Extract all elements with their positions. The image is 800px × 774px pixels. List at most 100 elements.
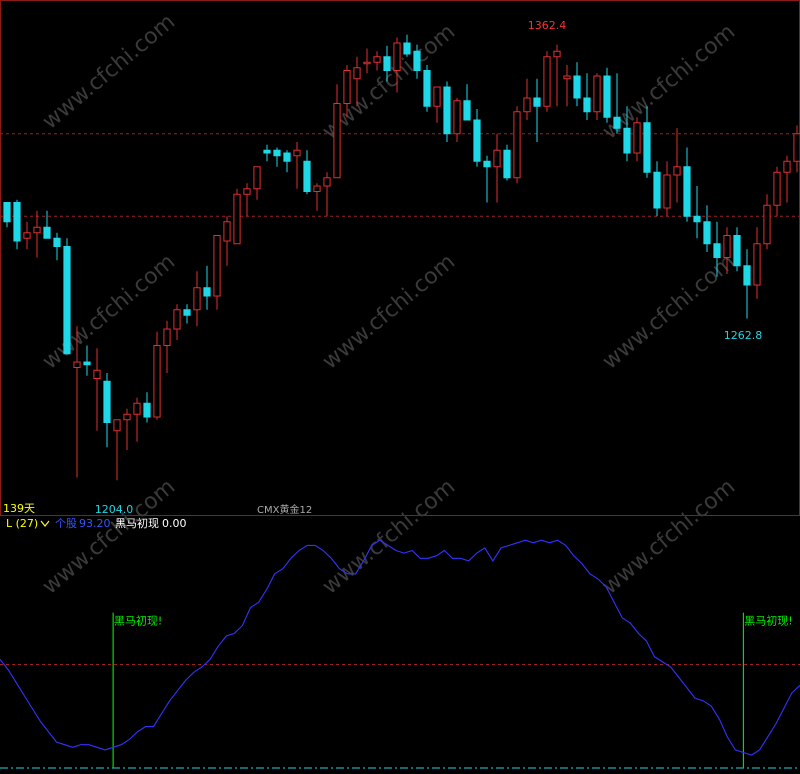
candle-body-up bbox=[233, 193, 241, 245]
candle-body-up bbox=[153, 345, 161, 418]
candle-body-up bbox=[313, 185, 321, 192]
candle-body-up bbox=[333, 103, 341, 179]
candle-body-up bbox=[193, 287, 201, 311]
candle-body-up bbox=[133, 402, 141, 415]
candle-body-up bbox=[213, 235, 221, 297]
candle-body-up bbox=[633, 122, 641, 154]
candle-body-up bbox=[393, 42, 401, 71]
signal-value: 0.00 bbox=[162, 517, 187, 530]
candle-body-up bbox=[763, 204, 771, 245]
candle-body-up bbox=[173, 309, 181, 330]
candle-body-down bbox=[383, 56, 391, 71]
candle-body-up bbox=[93, 369, 101, 379]
candle-body-down bbox=[3, 202, 11, 223]
candle-body-down bbox=[483, 160, 491, 168]
candle-body-down bbox=[603, 75, 611, 118]
candle-body-up bbox=[753, 243, 761, 286]
candle-body-up bbox=[523, 97, 531, 113]
candle-body-down bbox=[653, 171, 661, 209]
candle-body-up bbox=[123, 413, 131, 421]
candle-body-up bbox=[563, 75, 571, 80]
candle-body-up bbox=[343, 70, 351, 104]
candle-body-up bbox=[793, 133, 800, 162]
candle-body-down bbox=[613, 116, 621, 129]
candle-body-up bbox=[373, 56, 381, 63]
candle bbox=[443, 81, 451, 142]
candle bbox=[233, 188, 241, 245]
candle-body-up bbox=[293, 149, 301, 157]
candle-body-up bbox=[493, 149, 501, 168]
candle-body-down bbox=[143, 402, 151, 418]
candle-body-down bbox=[203, 287, 211, 297]
candle-body-down bbox=[713, 243, 721, 258]
candle-body-up bbox=[33, 226, 41, 234]
candle-body-up bbox=[773, 171, 781, 206]
candle-body-down bbox=[623, 127, 631, 154]
indicator-series-label: 个股 bbox=[55, 517, 77, 530]
days-count-label: 139天 bbox=[3, 502, 35, 515]
candle bbox=[63, 238, 71, 355]
candle-body-up bbox=[253, 166, 261, 190]
candle bbox=[543, 51, 551, 112]
candle-body-up bbox=[663, 174, 671, 209]
candle-body-down bbox=[573, 75, 581, 99]
candle-body-up bbox=[363, 61, 371, 65]
indicator-series-value: 93.20 bbox=[79, 517, 111, 530]
candle-body-up bbox=[113, 419, 121, 432]
candle-body-down bbox=[733, 235, 741, 267]
candle-body-down bbox=[473, 119, 481, 162]
candle-body-down bbox=[63, 246, 71, 355]
candle-body-down bbox=[743, 265, 751, 286]
candle-body-down bbox=[303, 160, 311, 192]
candle-body-up bbox=[433, 86, 441, 107]
high-price-label: 1362.4 bbox=[528, 19, 567, 32]
stock-chart: www.cfchi.com www.cfchi.com www.cfchi.comw… bbox=[0, 0, 800, 774]
candle-body-up bbox=[243, 188, 251, 195]
candle bbox=[503, 144, 511, 181]
candle-body-up bbox=[673, 166, 681, 176]
candle-body-down bbox=[583, 97, 591, 113]
signal-name: 黑马初现 bbox=[115, 516, 159, 530]
candle-body-up bbox=[453, 100, 461, 135]
local-low-price-label: 1262.8 bbox=[724, 329, 763, 342]
candle-body-up bbox=[23, 232, 31, 239]
signal-marker-text: 黑马初现! bbox=[114, 614, 162, 628]
candle-body-down bbox=[43, 226, 51, 239]
candle-body-down bbox=[503, 149, 511, 179]
candle-body-up bbox=[223, 221, 231, 242]
candle-body-up bbox=[783, 160, 791, 173]
candle-body-up bbox=[353, 67, 361, 80]
candle-body-down bbox=[273, 149, 281, 157]
candle-body-down bbox=[263, 149, 271, 154]
candle-body-up bbox=[723, 235, 731, 258]
candle-body-down bbox=[283, 152, 291, 162]
candle-body-down bbox=[683, 166, 691, 217]
candle-body-down bbox=[413, 50, 421, 71]
candle-body-down bbox=[403, 42, 411, 55]
candle-body-up bbox=[73, 361, 81, 368]
candle-body-down bbox=[693, 215, 701, 223]
candle bbox=[603, 67, 611, 123]
candle-body-up bbox=[553, 50, 561, 58]
candle-body-down bbox=[83, 361, 91, 366]
candle-body-down bbox=[183, 309, 191, 316]
candle-body-down bbox=[643, 122, 651, 173]
candle-body-down bbox=[103, 380, 111, 423]
candle-body-up bbox=[543, 56, 551, 107]
candle bbox=[513, 106, 521, 184]
candle-body-up bbox=[513, 111, 521, 179]
low-price-label: 1204.0 bbox=[95, 503, 134, 516]
candle-body-down bbox=[463, 100, 471, 121]
candle-body-down bbox=[53, 237, 61, 247]
candle-body-down bbox=[703, 221, 711, 245]
candle-body-down bbox=[13, 202, 21, 242]
candle-body-up bbox=[323, 177, 331, 187]
symbol-label: CMX黄金12 bbox=[257, 503, 312, 516]
candle-body-down bbox=[533, 97, 541, 107]
indicator-name[interactable]: L (27) bbox=[6, 517, 38, 530]
candle-body-down bbox=[423, 70, 431, 107]
signal-marker-text: 黑马初现! bbox=[744, 614, 792, 628]
candle-body-down bbox=[443, 86, 451, 135]
candle-body-up bbox=[593, 75, 601, 113]
candle-body-up bbox=[163, 328, 171, 346]
